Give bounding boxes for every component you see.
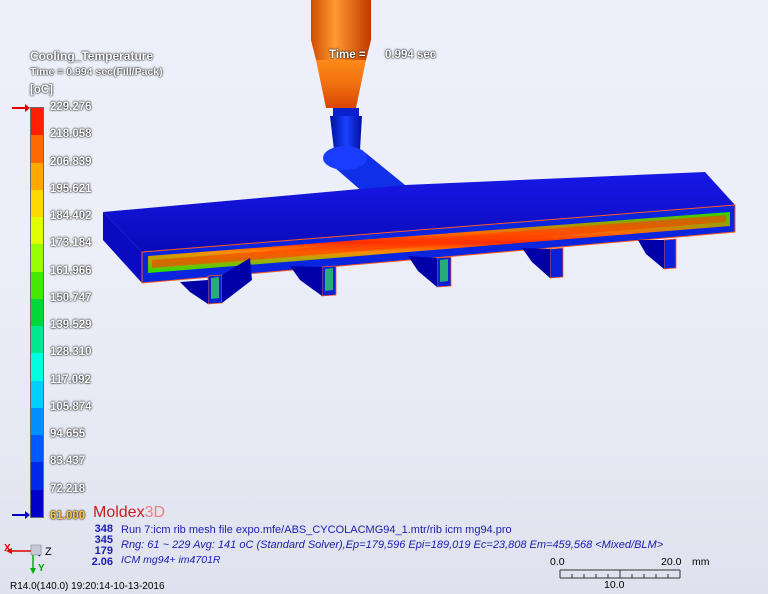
legend-color-segment [31, 217, 43, 245]
legend-color-segment [31, 271, 43, 299]
scale-start: 0.0 [550, 556, 565, 568]
legend-tick-label: 218.058 [50, 128, 92, 141]
legend-color-segment [31, 135, 43, 163]
legend-tick-label: 150.747 [50, 291, 92, 304]
legend-tick-label: 206.839 [50, 155, 92, 168]
legend-color-segment [31, 462, 43, 490]
legend-color-segment [31, 244, 43, 272]
logo-3d: 3D [144, 504, 166, 521]
legend-tick-label: 161.966 [50, 264, 92, 277]
logo-moldex: Moldex [93, 504, 145, 521]
legend-unit: [oC] [30, 84, 53, 96]
legend-tick-label: 128.310 [50, 346, 92, 359]
legend-tick-label: 139.529 [50, 319, 92, 332]
version-footer: R14.0(140.0) 19:20:14-10-13-2016 [10, 581, 165, 592]
legend-color-segment [31, 489, 43, 517]
run-info-line1: Run 7:icm rib mesh file expo.mfe/ABS_CYC… [121, 524, 512, 536]
scale-bar-graphic [559, 569, 681, 579]
legend-color-segment [31, 435, 43, 463]
element-counts: 348 345 179 2.06 [91, 524, 113, 568]
legend-color-segment [31, 353, 43, 381]
count-4: 2.06 [91, 556, 113, 568]
time-value: 0.994 sec [385, 49, 437, 61]
legend-tick-label: 105.874 [50, 400, 92, 413]
legend-color-segment [31, 162, 43, 190]
legend-tick-label: 195.621 [50, 182, 92, 195]
triad-y-label: Y [38, 563, 45, 574]
legend-time: Time = 0.994 sec(Fill/Pack) [30, 66, 163, 78]
legend-max-marker [12, 104, 30, 112]
scale-mid: 10.0 [604, 579, 625, 591]
legend-tick-label: 117.092 [50, 373, 91, 386]
legend-tick-label: 83.437 [50, 455, 86, 468]
moldex3d-logo: Moldex3D [93, 504, 165, 522]
axis-triad [6, 544, 42, 574]
color-legend-bar [30, 107, 44, 518]
legend-tick-label: 229.276 [50, 101, 92, 113]
run-info-line3: ICM mg94+ im4701R [121, 554, 221, 566]
legend-tick-label: 173.184 [50, 237, 92, 250]
legend-tick-label: 94.655 [50, 428, 86, 441]
legend-title: Cooling_Temperature [30, 49, 154, 63]
legend-color-segment [31, 189, 43, 218]
legend-min-marker [12, 511, 30, 519]
time-label: Time = [329, 49, 366, 61]
legend-color-segment [31, 326, 43, 354]
triad-z-label: Z [45, 546, 52, 558]
legend-color-segment [31, 108, 43, 136]
legend-color-segment [31, 380, 43, 408]
scale-end: 20.0 [661, 556, 682, 568]
legend-tick-label: 184.402 [50, 210, 92, 223]
legend-tick-label: 61.000 [50, 510, 86, 522]
triad-x-label: X [4, 543, 11, 554]
scale-unit: mm [692, 556, 710, 568]
legend-color-segment [31, 407, 43, 436]
legend-tick-label: 72.218 [50, 482, 86, 495]
run-info-line2: Rng: 61 ~ 229 Avg: 141 oC (Standard Solv… [121, 539, 664, 551]
legend-color-segment [31, 298, 43, 327]
